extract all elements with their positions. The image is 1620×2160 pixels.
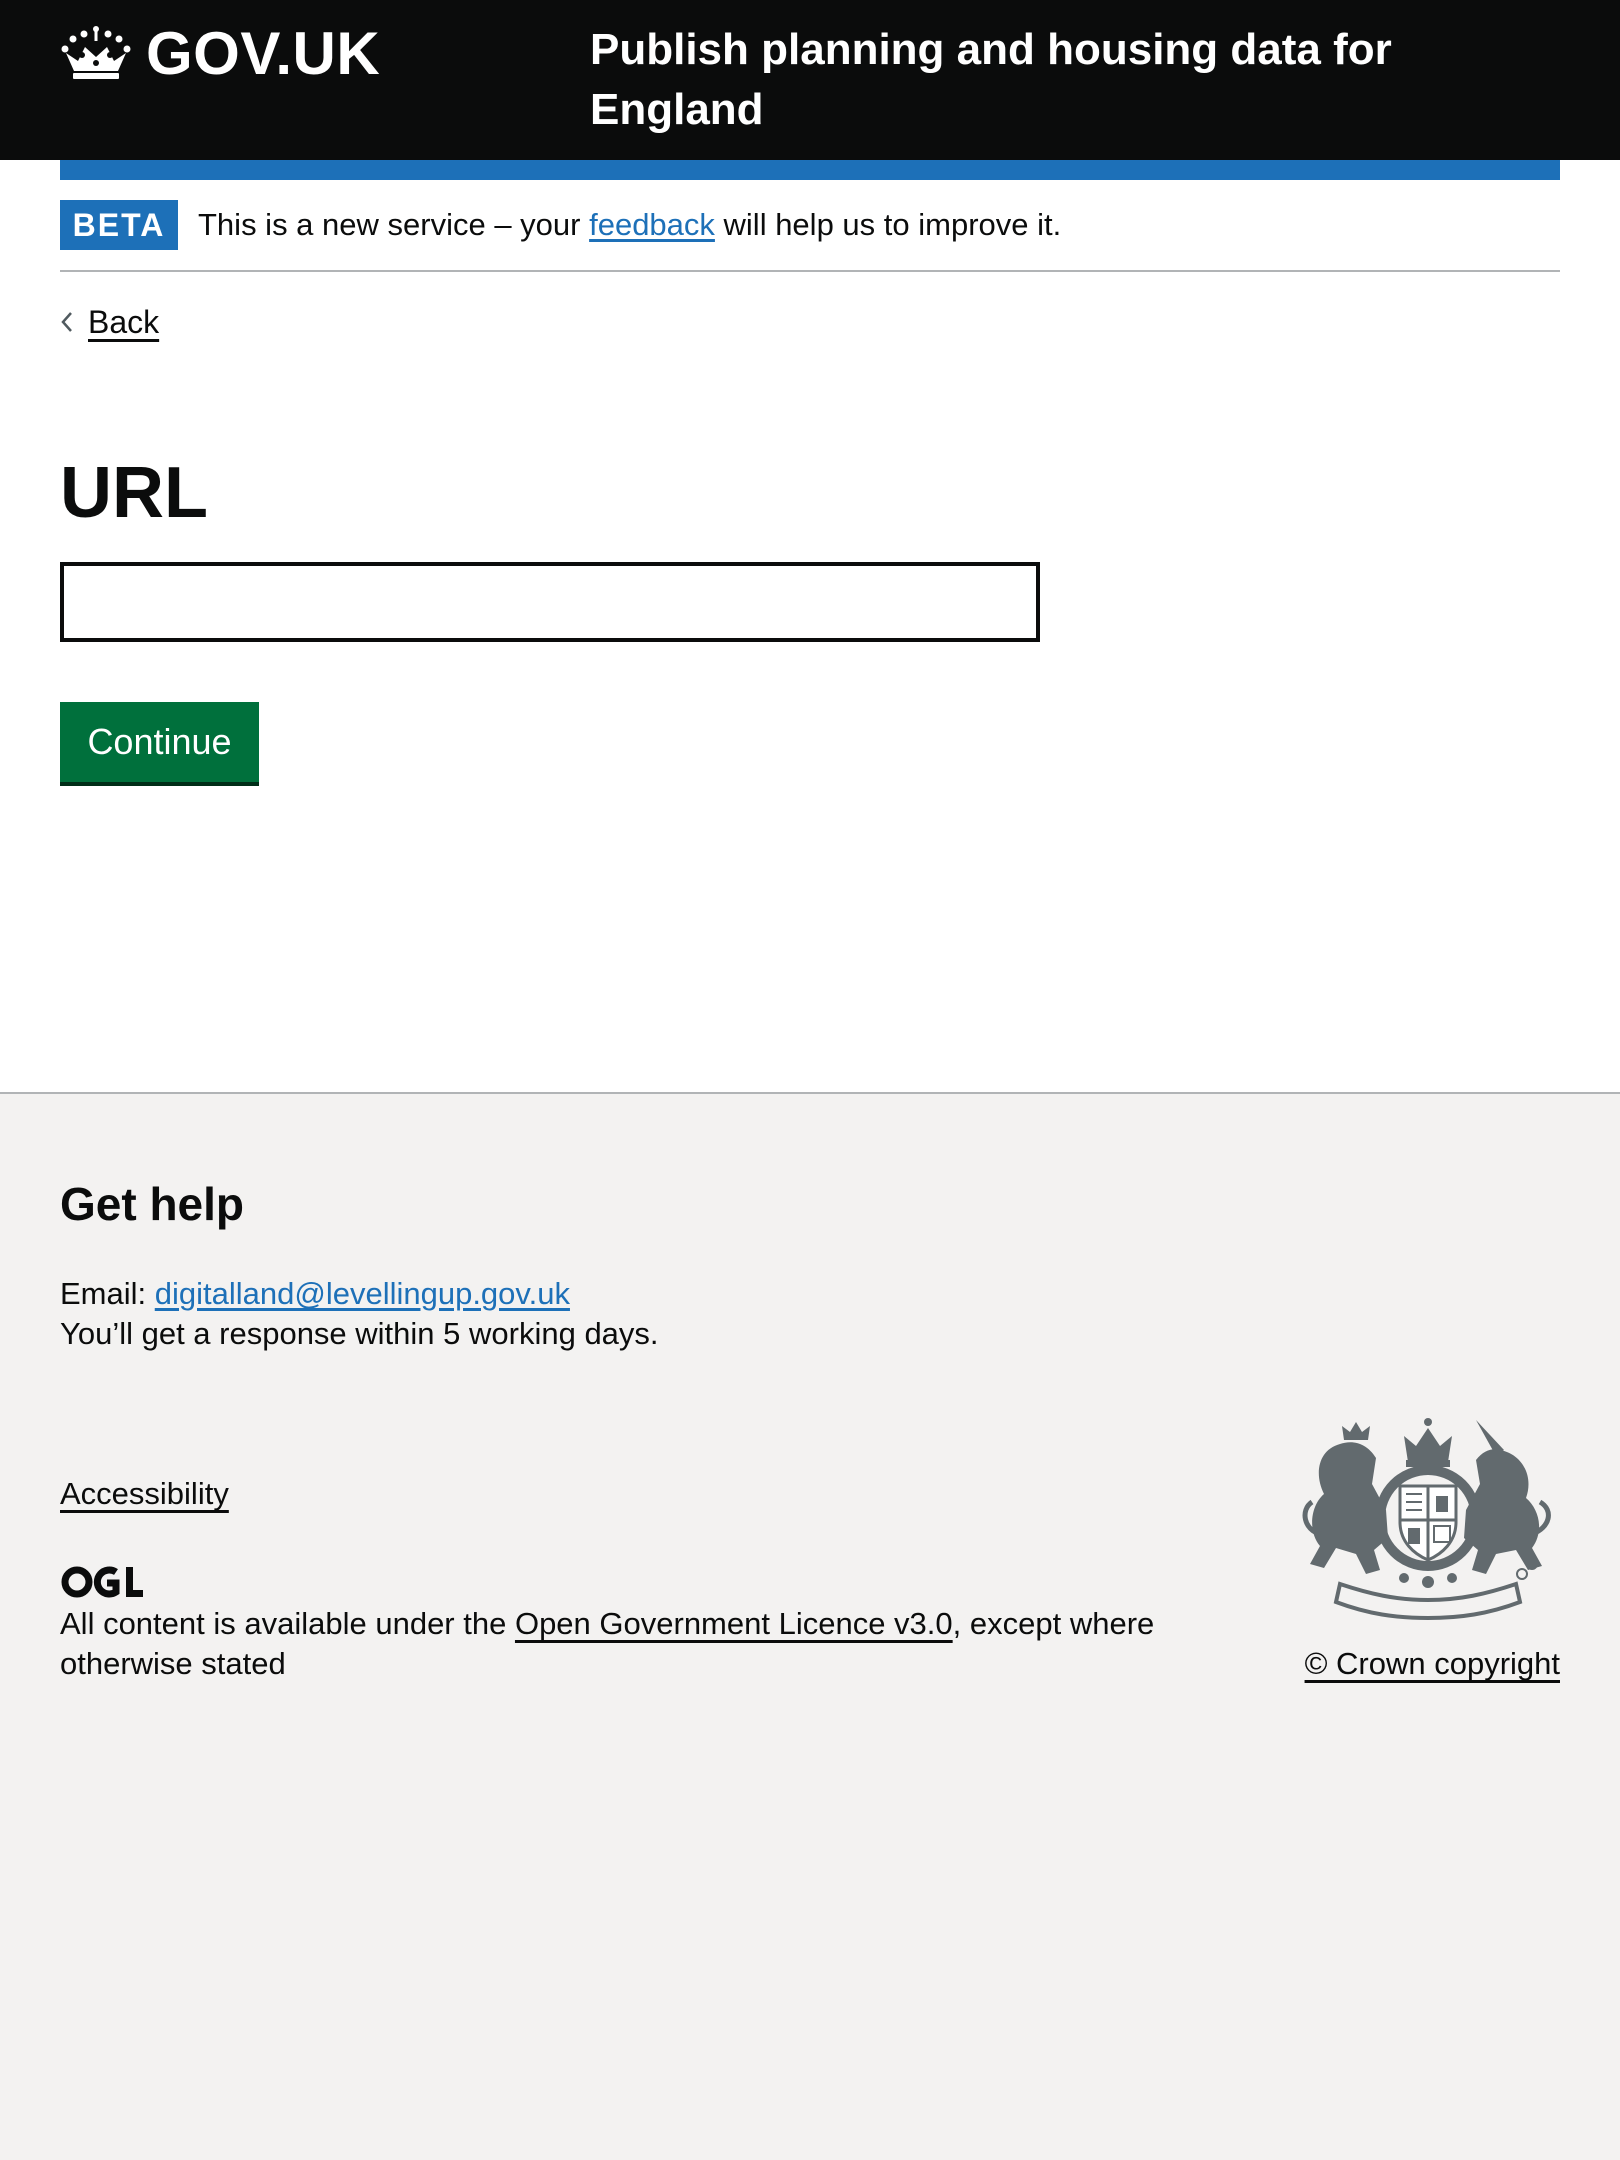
help-email-line: Email: digitalland@levellingup.gov.uk	[60, 1274, 570, 1314]
response-time-text: You’ll get a response within 5 working d…	[60, 1316, 659, 1351]
email-label: Email:	[60, 1276, 155, 1311]
phase-text-before: This is a new service – your	[198, 207, 590, 242]
govuk-logo-link[interactable]: GOV.UK	[60, 18, 380, 88]
back-link-label: Back	[88, 304, 160, 340]
site-footer: Get help Email: digitalland@levellingup.…	[0, 1092, 1620, 2160]
service-name-link[interactable]: Publish planning and housing data for En…	[590, 20, 1490, 140]
beta-tag: BETA	[60, 200, 178, 250]
ogl-icon	[61, 1566, 143, 1598]
back-link[interactable]: Back	[60, 300, 159, 344]
phase-banner-text: This is a new service – your feedback wi…	[198, 200, 1061, 250]
site-header: GOV.UK Publish planning and housing data…	[0, 0, 1620, 160]
royal-arms-icon	[1302, 1418, 1551, 1621]
ogl-licence-link[interactable]: Open Government Licence v3.0	[515, 1606, 953, 1641]
header-blue-bar	[60, 160, 1560, 180]
accessibility-link[interactable]: Accessibility	[60, 1474, 229, 1514]
crown-icon	[61, 26, 131, 79]
phase-text-after: will help us to improve it.	[714, 207, 1062, 242]
url-input[interactable]	[60, 562, 1040, 642]
licence-text: All content is available under the Open …	[60, 1604, 1180, 1684]
chevron-left-icon	[61, 312, 72, 332]
email-link[interactable]: digitalland@levellingup.gov.uk	[155, 1276, 570, 1311]
licence-text-before: All content is available under the	[60, 1606, 515, 1641]
phase-banner: BETA This is a new service – your feedba…	[60, 200, 1560, 272]
feedback-link[interactable]: feedback	[589, 207, 715, 242]
page-title: URL	[60, 453, 208, 533]
continue-button[interactable]: Continue	[60, 702, 259, 782]
govuk-logo-text: GOV.UK	[146, 19, 381, 87]
crown-copyright-link[interactable]: © Crown copyright	[1305, 1644, 1560, 1684]
get-help-heading: Get help	[60, 1178, 245, 1230]
